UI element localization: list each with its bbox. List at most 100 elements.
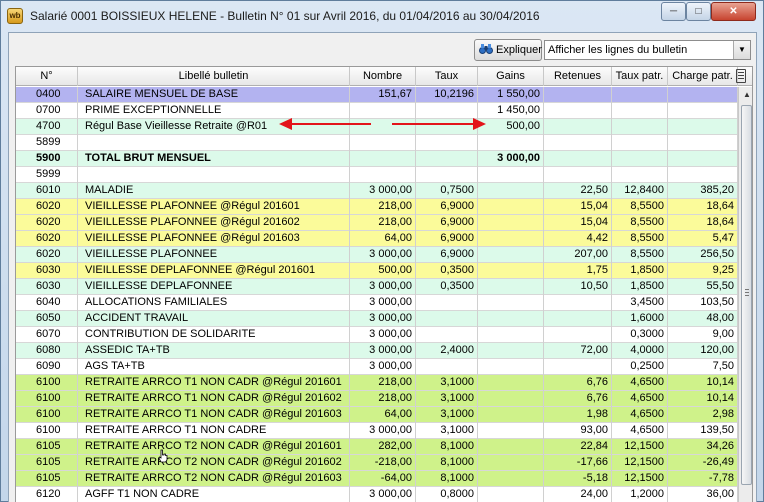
table-row[interactable]: 6030 VIEILLESSE DEPLAFONNEE 3 000,00 0,3500… — [16, 279, 738, 295]
cell-taux-patr — [612, 167, 668, 183]
table-row[interactable]: 6100 RETRAITE ARRCO T1 NON CADR @Régul 20… — [16, 407, 738, 423]
table-row[interactable]: 6040 ALLOCATIONS FAMILIALES 3 000,00 3,4500… — [16, 295, 738, 311]
cell-charge-patr: 103,50 — [668, 295, 738, 311]
table-row[interactable]: 6105 RETRAITE ARRCO T2 NON CADR @Régul 20… — [16, 471, 738, 487]
cell-retenues: 15,04 — [544, 215, 612, 231]
table-row[interactable]: 6090 AGS TA+TB 3 000,00 0,2500 7,50 — [16, 359, 738, 375]
cell-taux-patr — [612, 103, 668, 119]
table-row[interactable]: 6020 VIEILLESSE PLAFONNEE @Régul 201603 64… — [16, 231, 738, 247]
cell-taux: 8,1000 — [416, 471, 478, 487]
col-header-retenues[interactable]: Retenues — [544, 67, 612, 86]
cell-nombre: 3 000,00 — [350, 423, 416, 439]
cell-gains — [478, 263, 544, 279]
cell-taux-patr: 12,1500 — [612, 439, 668, 455]
cell-gains — [478, 407, 544, 423]
cell-num: 6120 — [16, 487, 78, 502]
table-row[interactable]: 6105 RETRAITE ARRCO T2 NON CADR @Régul 20… — [16, 439, 738, 455]
cell-label: Régul Base Vieillesse Retraite @R01 — [78, 119, 350, 135]
cell-charge-patr: 18,64 — [668, 199, 738, 215]
cell-gains: 1 550,00 — [478, 87, 544, 103]
table-row[interactable]: 0700 PRIME EXCEPTIONNELLE 1 450,00 — [16, 103, 738, 119]
explain-label: Expliquer — [496, 44, 542, 56]
cell-charge-patr: -7,78 — [668, 471, 738, 487]
cell-taux-patr: 0,3000 — [612, 327, 668, 343]
title-bar[interactable]: wb Salarié 0001 BOISSIEUX HELENE - Bulle… — [1, 1, 763, 31]
cell-charge-patr: 18,64 — [668, 215, 738, 231]
cell-nombre: 218,00 — [350, 215, 416, 231]
cell-label: CONTRIBUTION DE SOLIDARITE — [78, 327, 350, 343]
explain-button[interactable]: Expliquer — [474, 39, 542, 61]
cell-retenues: 15,04 — [544, 199, 612, 215]
cell-nombre: -64,00 — [350, 471, 416, 487]
scrollbar-thumb[interactable] — [741, 105, 752, 485]
cell-taux-patr — [612, 119, 668, 135]
table-row[interactable]: 6080 ASSEDIC TA+TB 3 000,00 2,4000 72,00 4,00… — [16, 343, 738, 359]
cell-gains: 3 000,00 — [478, 151, 544, 167]
table-row[interactable]: 0400 SALAIRE MENSUEL DE BASE 151,67 10,2196… — [16, 87, 738, 103]
col-header-taux-patr[interactable]: Taux patr. — [612, 67, 668, 86]
table-row[interactable]: 5999 — [16, 167, 738, 183]
cell-gains — [478, 423, 544, 439]
col-header-charge-patr[interactable]: Charge patr. — [668, 67, 738, 86]
col-header-label[interactable]: Libellé bulletin — [78, 67, 350, 86]
cell-taux: 10,2196 — [416, 87, 478, 103]
cell-retenues: 1,75 — [544, 263, 612, 279]
lines-display-select[interactable]: Afficher les lignes du bulletin ▼ — [544, 40, 751, 60]
col-header-gains[interactable]: Gains — [478, 67, 544, 86]
table-row[interactable]: 6020 VIEILLESSE PLAFONNEE @Régul 201602 21… — [16, 215, 738, 231]
table-row[interactable]: 5899 — [16, 135, 738, 151]
cell-taux: 3,1000 — [416, 423, 478, 439]
table-row[interactable]: 6020 VIEILLESSE PLAFONNEE 3 000,00 6,9000 20… — [16, 247, 738, 263]
cell-nombre: 3 000,00 — [350, 279, 416, 295]
cell-taux-patr — [612, 135, 668, 151]
table-row[interactable]: 4700 Régul Base Vieillesse Retraite @R01 5… — [16, 119, 738, 135]
cell-label: TOTAL BRUT MENSUEL — [78, 151, 350, 167]
column-settings-icon[interactable] — [736, 69, 746, 83]
maximize-button[interactable]: □ — [686, 2, 711, 21]
cell-nombre: 282,00 — [350, 439, 416, 455]
table-row[interactable]: 6100 RETRAITE ARRCO T1 NON CADR @Régul 20… — [16, 375, 738, 391]
cell-retenues: 1,98 — [544, 407, 612, 423]
cell-taux-patr: 8,5500 — [612, 199, 668, 215]
right-arrow-annotation — [392, 118, 486, 130]
cell-retenues — [544, 119, 612, 135]
table-row[interactable]: 6100 RETRAITE ARRCO T1 NON CADR @Régul 20… — [16, 391, 738, 407]
cell-gains — [478, 295, 544, 311]
col-header-num[interactable]: N° — [16, 67, 78, 86]
col-header-nombre[interactable]: Nombre — [350, 67, 416, 86]
cell-retenues — [544, 327, 612, 343]
table-row[interactable]: 6020 VIEILLESSE PLAFONNEE @Régul 201601 21… — [16, 199, 738, 215]
cell-label: VIEILLESSE PLAFONNEE — [78, 247, 350, 263]
table-row[interactable]: 6030 VIEILLESSE DEPLAFONNEE @Régul 201601… — [16, 263, 738, 279]
cell-charge-patr: 256,50 — [668, 247, 738, 263]
close-button[interactable]: ✕ — [711, 2, 756, 21]
cell-num: 6020 — [16, 247, 78, 263]
table-row[interactable]: 6100 RETRAITE ARRCO T1 NON CADRE 3 000,00 3… — [16, 423, 738, 439]
chevron-down-icon[interactable]: ▼ — [733, 41, 750, 59]
cell-nombre: 3 000,00 — [350, 327, 416, 343]
col-header-taux[interactable]: Taux — [416, 67, 478, 86]
vertical-scrollbar[interactable]: ▲ — [738, 87, 752, 502]
table-row[interactable]: 6120 AGFF T1 NON CADRE 3 000,00 0,8000 24,00… — [16, 487, 738, 502]
cell-taux: 6,9000 — [416, 247, 478, 263]
table-row[interactable]: 6070 CONTRIBUTION DE SOLIDARITE 3 000,00 0,… — [16, 327, 738, 343]
cell-label: ALLOCATIONS FAMILIALES — [78, 295, 350, 311]
cell-charge-patr: 34,26 — [668, 439, 738, 455]
minimize-button[interactable]: ─ — [661, 2, 686, 21]
cell-nombre — [350, 119, 416, 135]
scroll-up-arrow-icon[interactable]: ▲ — [741, 88, 752, 102]
table-row[interactable]: 6105 RETRAITE ARRCO T2 NON CADR @Régul 20… — [16, 455, 738, 471]
table-row[interactable]: 6050 ACCIDENT TRAVAIL 3 000,00 1,6000 48,00 — [16, 311, 738, 327]
cell-gains — [478, 279, 544, 295]
cell-label: MALADIE — [78, 183, 350, 199]
table-row[interactable]: 5900 TOTAL BRUT MENSUEL 3 000,00 — [16, 151, 738, 167]
payslip-lines-table: N° Libellé bulletin Nombre Taux Gains Re… — [15, 66, 753, 502]
cell-charge-patr: 385,20 — [668, 183, 738, 199]
cell-charge-patr — [668, 135, 738, 151]
cell-gains — [478, 311, 544, 327]
table-row[interactable]: 6010 MALADIE 3 000,00 0,7500 22,50 12,8400 385… — [16, 183, 738, 199]
cell-taux-patr: 8,5500 — [612, 215, 668, 231]
cell-charge-patr: 7,50 — [668, 359, 738, 375]
cell-label: AGS TA+TB — [78, 359, 350, 375]
cell-gains — [478, 455, 544, 471]
